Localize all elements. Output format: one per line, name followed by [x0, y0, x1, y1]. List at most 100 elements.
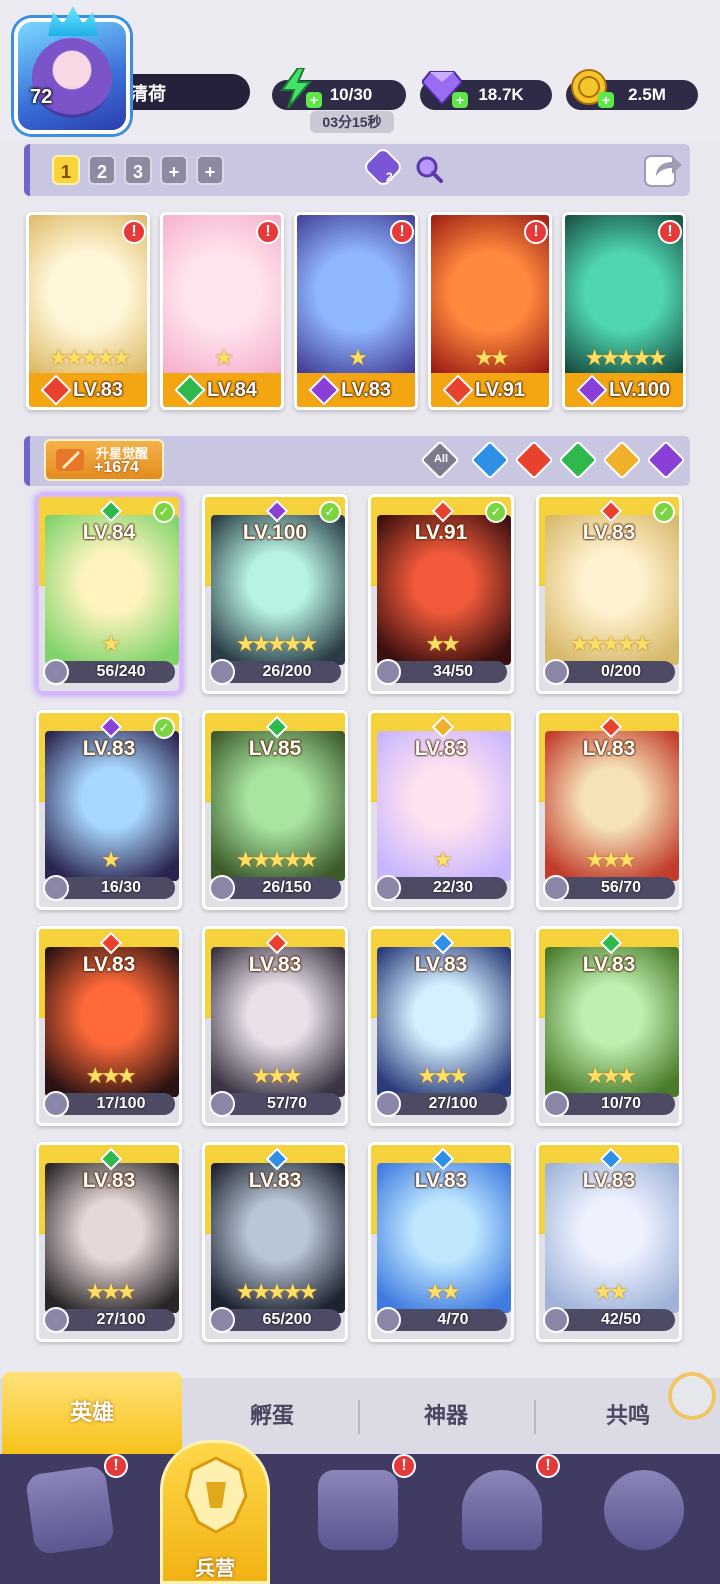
hero-shard-count: 56/240 [96, 663, 146, 680]
shard-icon [43, 875, 69, 901]
team-hero-alert-icon: ! [256, 220, 280, 244]
hero-card[interactable]: LV.83 ★★ 42/50 [536, 1142, 682, 1342]
hero-card[interactable]: LV.83 ★★★ 56/70 [536, 710, 682, 910]
shard-icon [543, 1091, 569, 1117]
shard-icon [375, 659, 401, 685]
shard-icon [209, 875, 235, 901]
hero-stars: ★★★ [85, 1279, 136, 1304]
hero-stars: ★★★ [585, 847, 636, 872]
hero-stars: ★ [101, 631, 121, 656]
hero-card[interactable]: LV.85 ★★★★★ 26/150 [202, 710, 348, 910]
search-icon[interactable] [414, 154, 444, 184]
hero-shard-count: 56/70 [600, 879, 642, 896]
shard-icon [209, 1307, 235, 1333]
hero-shard-count: 26/150 [262, 879, 312, 896]
shard-icon [43, 1307, 69, 1333]
player-avatar[interactable] [14, 6, 130, 134]
hero-shard-count: 57/70 [266, 1095, 308, 1112]
hero-level: LV.83 [582, 737, 636, 760]
hero-shard-count: 27/100 [96, 1311, 146, 1328]
team-hero-stars: ★★★★★ [48, 345, 132, 370]
hero-stars: ★★★ [85, 1063, 136, 1088]
hero-shard-count: 27/100 [428, 1095, 478, 1112]
hero-level: LV.83 [414, 953, 468, 976]
shard-icon [543, 1307, 569, 1333]
player-level: 72 [30, 86, 53, 108]
hero-level: LV.83 [414, 1169, 468, 1192]
hero-card[interactable]: ✓ LV.83 ★ 16/30 [36, 710, 182, 910]
hero-shard-count: 0/200 [600, 663, 642, 680]
hero-shard-count: 10/70 [600, 1095, 642, 1112]
hero-card[interactable]: LV.83 ★ 22/30 [368, 710, 514, 910]
team-hero-level: LV.91 [475, 379, 526, 401]
team-swap-count: 2 [386, 170, 393, 184]
hero-card[interactable]: ✓ LV.83 ★★★★★ 0/200 [536, 494, 682, 694]
hero-card[interactable]: ✓ LV.100 ★★★★★ 26/200 [202, 494, 348, 694]
hero-stars: ★★ [593, 1279, 628, 1304]
gold-plus-icon[interactable]: + [598, 92, 614, 108]
shard-icon [43, 659, 69, 685]
hero-stars: ★★★★★ [235, 631, 319, 656]
tab-divider [534, 1400, 536, 1434]
hero-stars: ★★★ [417, 1063, 468, 1088]
nav-cards-alert-icon: ! [104, 1454, 128, 1478]
hero-card[interactable]: LV.83 ★★★ 27/100 [36, 1142, 182, 1342]
energy-value: 10/30 [329, 85, 373, 104]
hero-stars: ★★★★★ [569, 631, 653, 656]
nav-map-icon[interactable] [318, 1470, 398, 1550]
tab-heroes[interactable]: 英雄 [2, 1372, 182, 1454]
hero-level: LV.83 [582, 521, 636, 544]
hero-level: LV.83 [248, 953, 302, 976]
hero-card[interactable]: LV.83 ★★ 4/70 [368, 1142, 514, 1342]
hero-level: LV.85 [248, 737, 302, 760]
hero-card[interactable]: ✓ LV.91 ★★ 34/50 [368, 494, 514, 694]
hero-card[interactable]: LV.83 ★★★★★ 65/200 [202, 1142, 348, 1342]
hero-level: LV.83 [82, 1169, 136, 1192]
share-icon[interactable] [642, 148, 684, 190]
gold-value: 2.5M [628, 85, 666, 104]
tab-artifact[interactable]: 神器 [356, 1378, 536, 1454]
hero-card[interactable]: LV.83 ★★★ 17/100 [36, 926, 182, 1126]
hero-shard-count: 22/30 [432, 879, 474, 896]
hero-stars: ★★ [425, 1279, 460, 1304]
hero-level: LV.83 [582, 1169, 636, 1192]
hero-level: LV.83 [414, 737, 468, 760]
hero-level: LV.91 [414, 521, 468, 544]
nav-shop-icon[interactable] [604, 1470, 684, 1550]
hero-card[interactable]: LV.83 ★★★ 57/70 [202, 926, 348, 1126]
gem-value: 18.7K [478, 85, 524, 104]
nav-barracks-label: 兵营 [195, 1558, 235, 1580]
hero-shard-count: 26/200 [262, 663, 312, 680]
hero-stars: ★★ [425, 631, 460, 656]
check-icon: ✓ [653, 501, 675, 523]
nav-map-alert-icon: ! [392, 1454, 416, 1478]
team-hero-stars: ★ [348, 345, 368, 370]
team-tab-2[interactable]: 2 [88, 155, 116, 185]
nav-temple-icon[interactable] [462, 1470, 542, 1550]
check-icon: ✓ [153, 717, 175, 739]
shard-icon [375, 875, 401, 901]
team-tab-add-1[interactable]: + [160, 155, 188, 185]
team-hero-level: LV.100 [609, 379, 671, 401]
hero-card[interactable]: LV.83 ★★★ 27/100 [368, 926, 514, 1126]
shard-icon [375, 1307, 401, 1333]
hero-level: LV.83 [82, 953, 136, 976]
hero-level: LV.100 [242, 521, 308, 544]
energy-timer: 03分15秒 [310, 111, 394, 133]
floating-ring-button[interactable] [668, 1372, 716, 1420]
hero-shard-count: 42/50 [600, 1311, 642, 1328]
hero-stars: ★ [101, 847, 121, 872]
team-tab-3[interactable]: 3 [124, 155, 152, 185]
hero-card[interactable]: ✓ LV.84 ★ 56/240 [36, 494, 182, 694]
team-hero-level: LV.84 [207, 379, 258, 401]
hero-card[interactable]: LV.83 ★★★ 10/70 [536, 926, 682, 1126]
gem-plus-icon[interactable]: + [452, 92, 468, 108]
hero-stars: ★ [433, 847, 453, 872]
hero-level: LV.83 [582, 953, 636, 976]
nav-cards-icon[interactable] [24, 1464, 116, 1556]
team-tab-add-2[interactable]: + [196, 155, 224, 185]
hero-shard-count: 34/50 [432, 663, 474, 680]
energy-plus-icon[interactable]: + [306, 92, 322, 108]
hero-level: LV.84 [82, 521, 136, 544]
team-tab-1[interactable]: 1 [52, 155, 80, 185]
